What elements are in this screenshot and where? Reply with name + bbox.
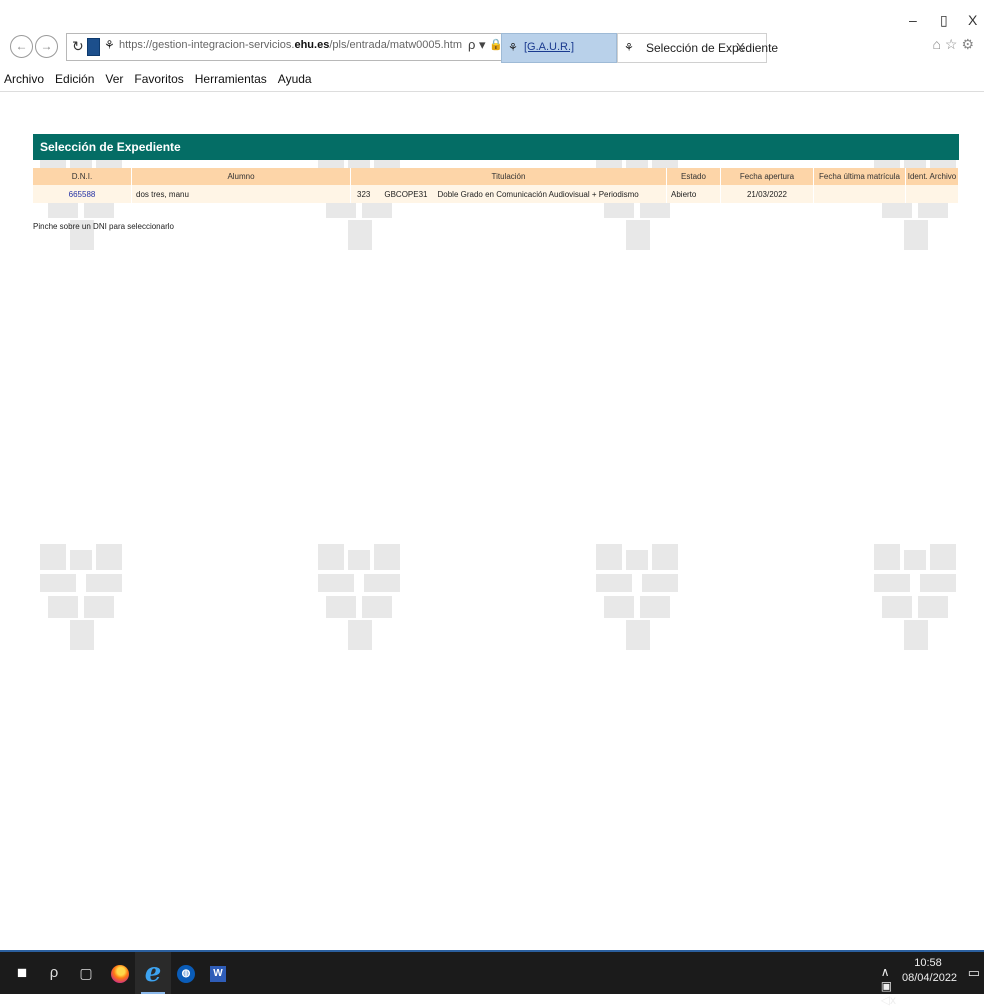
site-compat-icon xyxy=(87,38,100,56)
cell-alumno: dos tres, manu xyxy=(131,185,351,203)
col-titulacion: Titulación xyxy=(350,168,667,185)
tab-label: [G.A.U.R.] xyxy=(524,41,575,53)
search-icon[interactable]: ρ xyxy=(36,952,72,994)
titulacion-code: 323 xyxy=(357,189,371,199)
menu-edicion[interactable]: Edición xyxy=(55,72,94,86)
panel-title: Selección de Expediente xyxy=(33,134,959,160)
clock-date: 08/04/2022 xyxy=(902,972,958,984)
cell-dni[interactable]: 665588 xyxy=(33,185,132,203)
back-button[interactable]: ← xyxy=(10,35,33,58)
cell-estado: Abierto xyxy=(666,185,721,203)
close-tab-icon[interactable]: X xyxy=(736,40,745,55)
ehu-favicon-icon: ⚘ xyxy=(508,42,518,54)
menu-archivo[interactable]: Archivo xyxy=(4,72,44,86)
tray-icons[interactable]: ∧ ▣ ◁x xyxy=(881,965,896,1007)
col-ident-archivo: Ident. Archivo xyxy=(905,168,959,185)
page-content: Selección de Expediente D.N.I. Alumno Ti… xyxy=(0,92,984,950)
table-header-row: D.N.I. Alumno Titulación Estado Fecha ap… xyxy=(33,168,959,185)
task-view-icon[interactable]: ▢ xyxy=(68,952,104,994)
minimize-button[interactable]: – xyxy=(909,12,917,28)
col-fecha-ultima: Fecha última matrícula xyxy=(813,168,906,185)
firefox-icon[interactable] xyxy=(102,952,138,994)
webex-ball: ◍ xyxy=(177,965,195,984)
ehu-watermark-logo xyxy=(40,544,126,650)
home-favorites-settings-icons[interactable]: ⌂☆⚙ xyxy=(932,36,978,53)
restore-button[interactable]: ▯ xyxy=(940,12,948,29)
cell-ident-archivo xyxy=(905,185,959,203)
table-row[interactable]: 665588 dos tres, manu 323 GBCOPE31 Doble G… xyxy=(33,185,959,203)
col-alumno: Alumno xyxy=(131,168,351,185)
address-bar[interactable]: ↻ ⚘ https://gestion-integracion-servicio… xyxy=(66,33,503,61)
refresh-icon[interactable]: ↻ xyxy=(72,38,84,55)
taskbar: ■ ρ ▢ e ◍ W ∧ ▣ ◁x 10:58 08/04/2022 ▭ xyxy=(0,950,984,1007)
search-icon[interactable]: ρ ▾ xyxy=(468,37,486,53)
expediente-table: D.N.I. Alumno Titulación Estado Fecha ap… xyxy=(33,168,959,203)
col-dni: D.N.I. xyxy=(33,168,132,185)
tab-seleccion-expediente[interactable]: ⚘ Selección de Expediente X xyxy=(617,33,778,63)
col-estado: Estado xyxy=(666,168,721,185)
url-text[interactable]: https://gestion-integracion-servicios.eh… xyxy=(119,39,462,51)
menu-favoritos[interactable]: Favoritos xyxy=(134,72,183,86)
ehu-watermark-logo xyxy=(874,544,960,650)
browser-toolbar: ← → ↻ ⚘ https://gestion-integracion-serv… xyxy=(0,33,984,65)
menu-ayuda[interactable]: Ayuda xyxy=(278,72,312,86)
cell-titulacion: 323 GBCOPE31 Doble Grado en Comunicación A… xyxy=(350,185,667,203)
dni-link[interactable]: 665588 xyxy=(69,190,96,199)
titulacion-name: Doble Grado en Comunicación Audiovisual … xyxy=(437,189,639,199)
tab-gaur[interactable]: ⚘ [G.A.U.R.] xyxy=(501,33,617,63)
forward-button[interactable]: → xyxy=(35,35,58,58)
windows-start-icon[interactable]: ■ xyxy=(4,952,40,994)
menu-herramientas[interactable]: Herramientas xyxy=(195,72,267,86)
word-square: W xyxy=(210,966,226,983)
clock-time: 10:58 xyxy=(914,957,942,969)
notification-icon[interactable]: ▭ xyxy=(968,965,980,981)
menu-ver[interactable]: Ver xyxy=(105,72,123,86)
clock[interactable]: 10:58 08/04/2022 xyxy=(902,956,958,986)
word-icon[interactable]: W xyxy=(200,952,236,994)
ehu-watermark-logo xyxy=(318,544,404,650)
close-window-button[interactable]: X xyxy=(968,12,977,28)
cell-fecha-apertura: 21/03/2022 xyxy=(720,185,814,203)
titulacion-plan: GBCOPE31 xyxy=(384,189,428,199)
selection-hint: Pinche sobre un DNI para seleccionarlo xyxy=(33,222,174,231)
ehu-favicon-icon: ⚘ xyxy=(104,38,115,52)
internet-explorer-icon[interactable]: e xyxy=(135,952,171,994)
window-controls: – ▯ X xyxy=(904,12,984,32)
ehu-favicon-icon: ⚘ xyxy=(624,42,634,54)
webex-icon[interactable]: ◍ xyxy=(168,952,204,994)
ehu-watermark-logo xyxy=(596,544,682,650)
menu-bar: Archivo Edición Ver Favoritos Herramientas Ay… xyxy=(0,72,984,90)
col-fecha-apertura: Fecha apertura xyxy=(720,168,814,185)
firefox-globe xyxy=(111,965,129,984)
cell-fecha-ultima xyxy=(813,185,906,203)
tab-label: Selección de Expediente xyxy=(646,41,779,55)
